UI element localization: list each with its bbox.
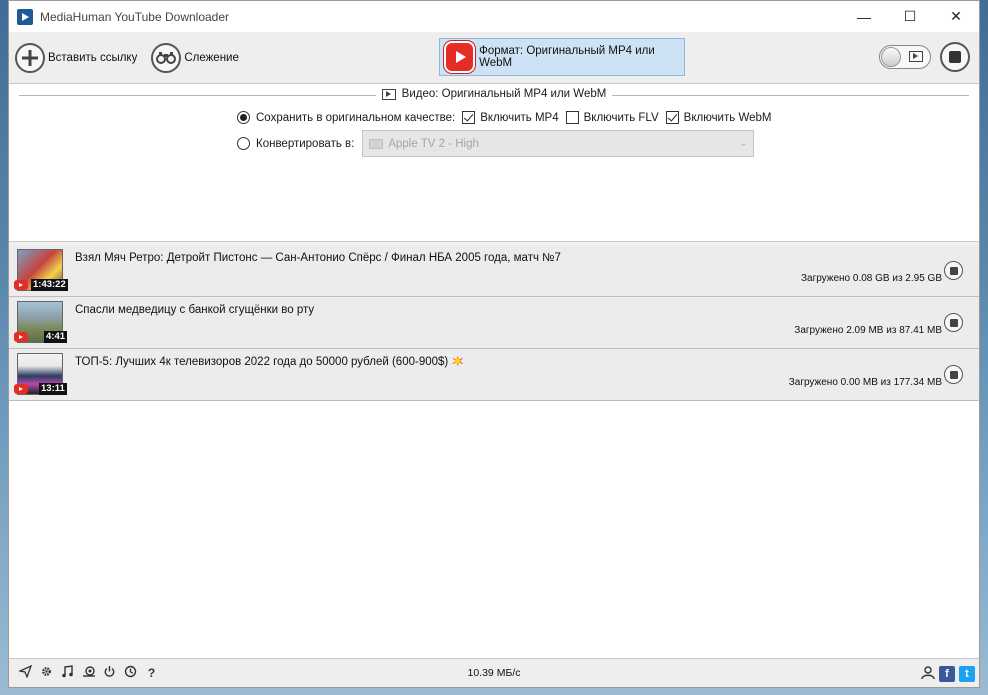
include-flv-label: Включить FLV: [583, 111, 659, 124]
window-controls: — ☐ ✕: [841, 1, 979, 32]
save-original-radio[interactable]: [237, 111, 250, 124]
facebook-icon[interactable]: f: [939, 666, 955, 682]
video-title: Взял Мяч Ретро: Детройт Пистонс — Сан-Ан…: [75, 252, 561, 264]
video-duration: 1:43:22: [31, 279, 68, 291]
tv-icon: [369, 138, 384, 149]
youtube-icon: [14, 280, 28, 290]
convert-preset-select[interactable]: Apple TV 2 - High ⌄: [362, 130, 755, 157]
download-status: Загружено 2.09 MB из 87.41 MB: [794, 325, 942, 336]
download-list: 1:43:22 Взял Мяч Ретро: Детройт Пистонс …: [9, 245, 979, 659]
toggle-knob: [881, 47, 901, 67]
tracking-label: Слежение: [184, 51, 239, 64]
video-icon: [909, 51, 923, 62]
include-webm-label: Включить WebM: [683, 111, 772, 124]
stop-download-button[interactable]: [944, 313, 963, 332]
download-item[interactable]: 1:43:22 Взял Мяч Ретро: Детройт Пистонс …: [9, 245, 979, 297]
film-icon: [381, 88, 396, 100]
convert-radio[interactable]: [237, 137, 250, 150]
save-original-row: Сохранить в оригинальном качестве: Включ…: [237, 111, 771, 124]
youtube-icon: [14, 332, 28, 342]
paste-link-button[interactable]: Вставить ссылку: [15, 42, 138, 73]
include-webm-checkbox[interactable]: [665, 111, 679, 124]
close-button[interactable]: ✕: [933, 1, 979, 32]
chevron-down-icon: ⌄: [738, 138, 748, 149]
video-title: Спасли медведицу с банкой сгущёнки во рт…: [75, 304, 315, 316]
plus-icon: [15, 42, 45, 73]
tracking-button[interactable]: Слежение: [151, 42, 239, 73]
paste-link-label: Вставить ссылку: [48, 51, 138, 64]
convert-preset-value: Apple TV 2 - High: [388, 137, 479, 150]
convert-row: Конвертировать в: Apple TV 2 - High ⌄: [237, 130, 755, 157]
section-title: Видео: Оригинальный MP4 или WebM: [401, 88, 607, 100]
video-title-wrapper: ТОП-5: Лучших 4к телевизоров 2022 года д…: [75, 356, 464, 368]
twitter-icon[interactable]: t: [959, 666, 975, 682]
section-header: Видео: Оригинальный MP4 или WebM: [9, 88, 979, 103]
clock-icon[interactable]: [120, 665, 141, 681]
download-item[interactable]: 4:41 Спасли медведицу с банкой сгущёнки …: [9, 297, 979, 349]
snail-icon[interactable]: [78, 665, 99, 681]
video-duration: 4:41: [44, 331, 68, 343]
explosion-emoji-icon: [452, 356, 464, 366]
user-icon[interactable]: [921, 665, 935, 683]
include-flv-checkbox[interactable]: [565, 111, 579, 124]
app-window: MediaHuman YouTube Downloader — ☐ ✕ Вста…: [8, 0, 980, 688]
convert-label: Конвертировать в:: [256, 137, 355, 150]
settings-gear-icon[interactable]: [36, 665, 57, 681]
status-bar-tools: ?: [15, 664, 162, 681]
download-status: Загружено 0.00 MB из 177.34 MB: [788, 377, 942, 388]
youtube-icon: [14, 384, 28, 394]
format-label: Формат: Оригинальный MP4 или WebM: [479, 45, 655, 69]
save-original-label: Сохранить в оригинальном качестве:: [256, 111, 456, 124]
download-item[interactable]: 13:11 ТОП-5: Лучших 4к телевизоров 2022 …: [9, 349, 979, 401]
stop-all-button[interactable]: [940, 42, 970, 72]
power-icon[interactable]: [99, 665, 120, 681]
stop-download-button[interactable]: [944, 365, 963, 384]
video-duration: 13:11: [39, 383, 67, 395]
stop-icon: [949, 51, 961, 63]
video-title: ТОП-5: Лучших 4к телевизоров 2022 года д…: [75, 356, 449, 368]
music-icon[interactable]: [57, 665, 78, 681]
binoculars-icon: [151, 42, 182, 73]
title-bar: MediaHuman YouTube Downloader — ☐ ✕: [9, 1, 979, 32]
maximize-button[interactable]: ☐: [887, 1, 933, 32]
format-button[interactable]: Формат: Оригинальный MP4 или WebM: [439, 38, 685, 76]
toolbar: Вставить ссылку Слежение Формат: Оригина…: [9, 32, 979, 84]
include-mp4-label: Включить MP4: [480, 111, 559, 124]
download-status: Загружено 0.08 GB из 2.95 GB: [800, 273, 942, 284]
window-title: MediaHuman YouTube Downloader: [40, 9, 230, 24]
send-icon[interactable]: [15, 664, 36, 681]
app-logo-icon: [17, 8, 33, 25]
status-bar: ? 10.39 МБ/с f t: [9, 658, 979, 687]
minimize-button[interactable]: —: [841, 1, 887, 32]
youtube-icon: [444, 41, 476, 73]
video-mode-toggle[interactable]: [879, 45, 931, 69]
include-mp4-checkbox[interactable]: [462, 111, 476, 124]
social-links: f t: [921, 665, 975, 683]
help-icon[interactable]: ?: [141, 666, 162, 680]
format-settings-panel: Видео: Оригинальный MP4 или WebM Сохрани…: [9, 84, 979, 242]
stop-download-button[interactable]: [944, 261, 963, 280]
